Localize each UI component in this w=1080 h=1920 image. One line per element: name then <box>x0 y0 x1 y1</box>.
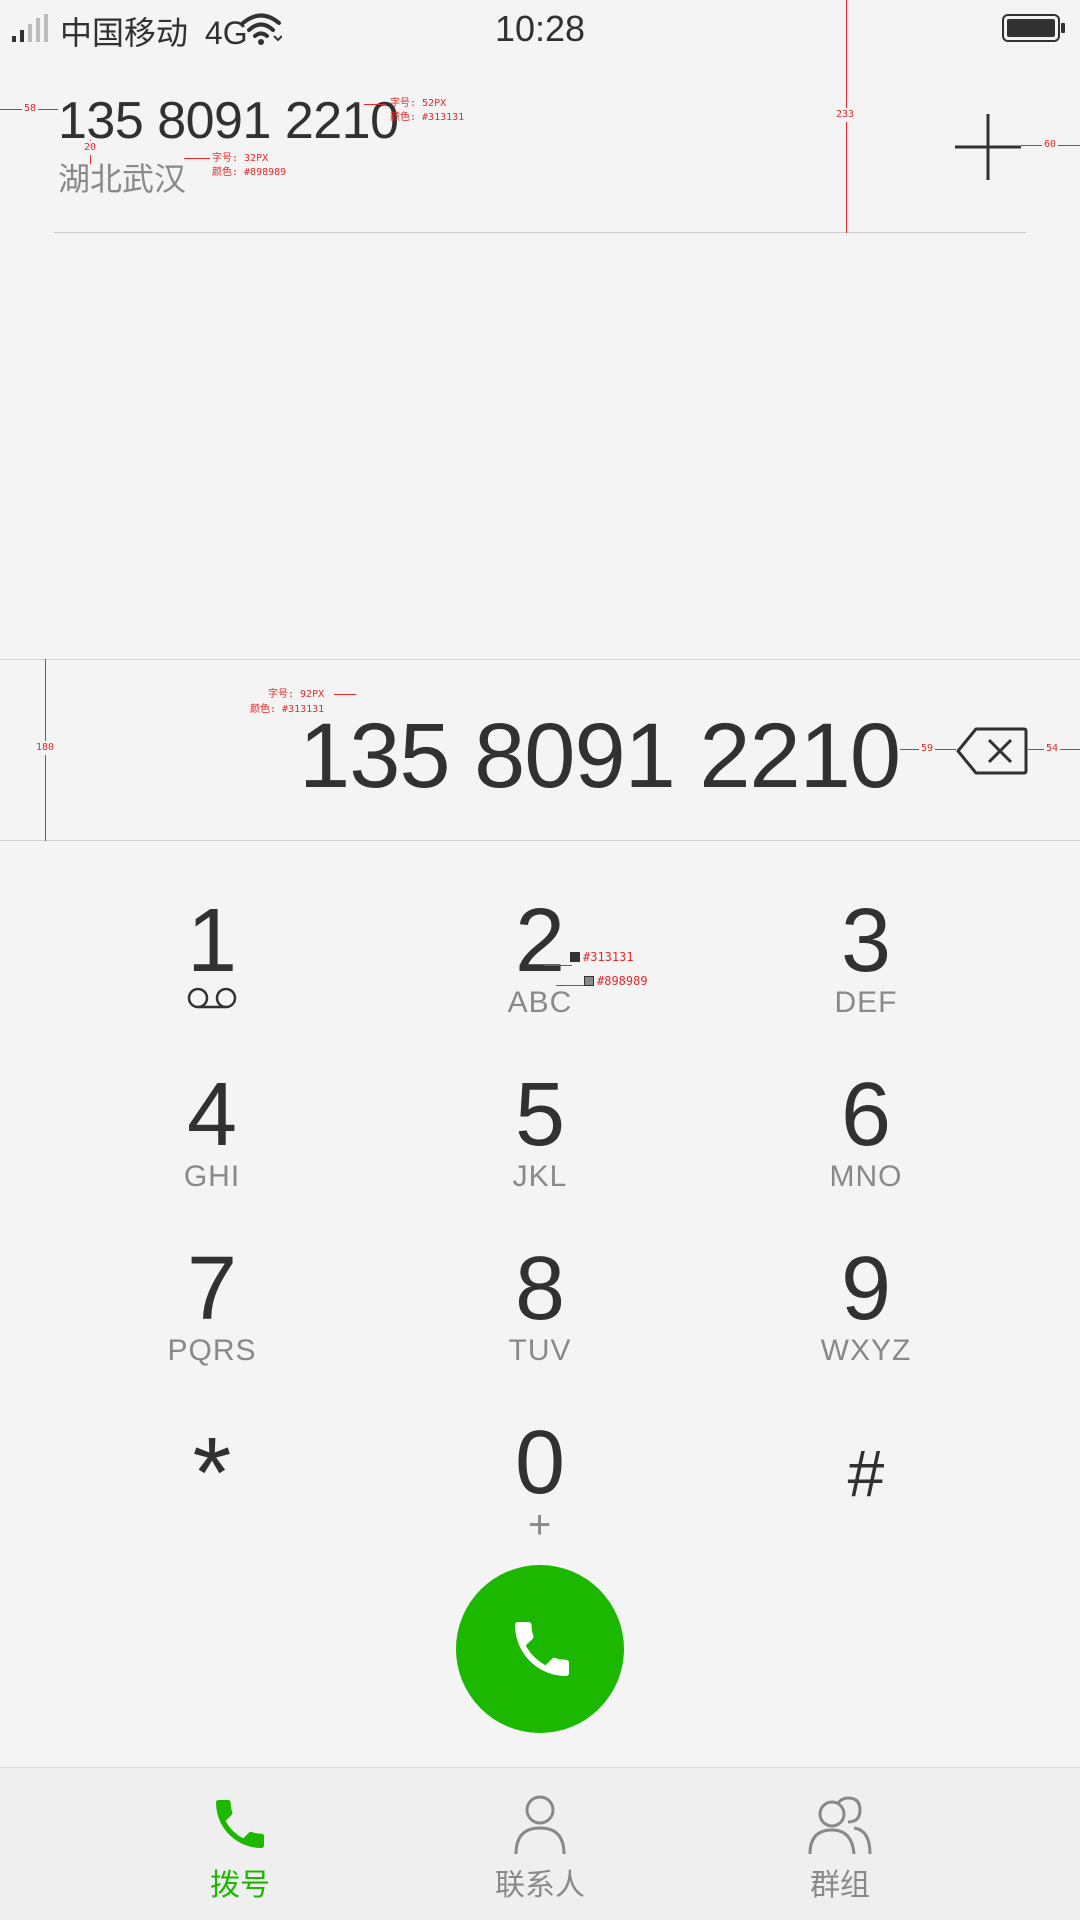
key-digit: 1 <box>186 891 238 991</box>
annotation-line <box>184 158 210 159</box>
tab-contacts[interactable]: 联系人 <box>430 1768 650 1920</box>
key-digit: 2 <box>514 891 566 991</box>
annotation-letters-color: #898989 <box>584 974 648 988</box>
key-letters: WXYZ <box>820 1334 912 1367</box>
dialed-number-bar: 135 8091 2210 <box>0 659 1080 841</box>
key-star[interactable]: * <box>92 1418 332 1568</box>
key-letters: PQRS <box>167 1334 257 1367</box>
call-button[interactable] <box>456 1565 624 1733</box>
status-bar: 中国移动 4G 10:28 <box>0 0 1080 56</box>
annotation-digit-color-text: #313131 <box>583 950 634 964</box>
annotation-right-margin: 60 <box>1042 138 1059 152</box>
annotation-letters-color-text: #898989 <box>597 974 648 988</box>
matched-contact-row[interactable]: 135 8091 2210 湖北武汉 <box>0 56 1080 233</box>
key-digit: * <box>192 1417 232 1529</box>
key-2[interactable]: 2 ABC <box>420 896 660 1046</box>
matched-number: 135 8091 2210 <box>58 92 399 150</box>
tab-label: 群组 <box>810 1869 870 1902</box>
annotation-location-size: 字号: 32PX <box>212 153 269 164</box>
key-8[interactable]: 8 TUV <box>420 1244 660 1394</box>
group-icon <box>808 1796 872 1855</box>
clock: 10:28 <box>494 8 586 49</box>
annotation-dialed-size: 字号: 92PX <box>268 689 325 700</box>
key-0[interactable]: 0 + <box>420 1418 660 1568</box>
key-digit: 4 <box>186 1065 238 1165</box>
key-letters: GHI <box>183 1160 241 1193</box>
key-5[interactable]: 5 JKL <box>420 1070 660 1220</box>
key-6[interactable]: 6 MNO <box>746 1070 986 1220</box>
annotation-line <box>334 694 356 695</box>
key-digit: 3 <box>840 891 892 991</box>
annotation-gap-59: 59 <box>919 742 936 756</box>
key-hash[interactable]: # <box>746 1418 986 1568</box>
tab-groups[interactable]: 群组 <box>730 1768 950 1920</box>
tab-bar: 拨号 联系人 群组 <box>0 1767 1080 1920</box>
plus-icon[interactable] <box>955 114 1021 180</box>
dialed-number: 135 8091 2210 <box>299 705 901 807</box>
annotation-match-color: 颜色: #313131 <box>390 112 465 123</box>
key-digit: # <box>847 1436 885 1510</box>
letters-color-swatch <box>584 976 594 986</box>
key-digit: 7 <box>186 1239 238 1339</box>
annotation-line <box>364 104 386 105</box>
tab-dial[interactable]: 拨号 <box>130 1768 350 1920</box>
matched-location: 湖北武汉 <box>58 161 187 197</box>
battery-icon <box>1002 14 1065 42</box>
annotation-line <box>544 965 572 966</box>
key-digit: 5 <box>514 1065 566 1165</box>
keypad: 1 2 ABC 3 DEF 4 GHI 5 JKL 6 MNO 7 PQRS 8… <box>0 870 1080 1550</box>
annotation-line <box>556 985 584 986</box>
phone-icon <box>515 1622 569 1676</box>
key-letters: TUV <box>508 1334 572 1367</box>
person-icon <box>514 1795 566 1855</box>
annotation-right-54: 54 <box>1044 742 1061 756</box>
key-digit: 0 <box>514 1413 566 1513</box>
annotation-digit-color: #313131 <box>570 950 634 964</box>
tab-label: 联系人 <box>495 1869 585 1902</box>
key-4[interactable]: 4 GHI <box>92 1070 332 1220</box>
key-7[interactable]: 7 PQRS <box>92 1244 332 1394</box>
annotation-location-color: 颜色: #898989 <box>212 167 287 178</box>
annotation-gap: 20 <box>84 141 97 155</box>
phone-icon <box>216 1800 264 1848</box>
key-1[interactable]: 1 <box>92 896 332 1046</box>
digit-color-swatch <box>570 952 580 962</box>
key-3[interactable]: 3 DEF <box>746 896 986 1046</box>
tab-label: 拨号 <box>210 1869 270 1902</box>
key-digit: 9 <box>840 1239 892 1339</box>
match-divider <box>54 232 1026 233</box>
key-letters: ABC <box>507 986 573 1019</box>
key-digit: 6 <box>840 1065 892 1165</box>
annotation-match-size: 字号: 52PX <box>390 98 447 109</box>
annotation-bar-height: 180 <box>36 741 55 755</box>
key-letters: DEF <box>834 986 898 1019</box>
key-letters: + <box>527 1503 553 1547</box>
annotation-left-margin: 58 <box>22 102 39 116</box>
key-9[interactable]: 9 WXYZ <box>746 1244 986 1394</box>
key-digit: 8 <box>514 1239 566 1339</box>
annotation-dialed-color: 颜色: #313131 <box>250 704 325 715</box>
key-letters: MNO <box>829 1160 903 1193</box>
dialer-screen: 中国移动 4G 10:28 135 8091 2210 湖北武汉 58 20 字… <box>0 0 1080 1920</box>
key-letters: JKL <box>512 1160 568 1193</box>
annotation-height: 233 <box>836 108 855 122</box>
backspace-icon[interactable] <box>956 727 1028 775</box>
